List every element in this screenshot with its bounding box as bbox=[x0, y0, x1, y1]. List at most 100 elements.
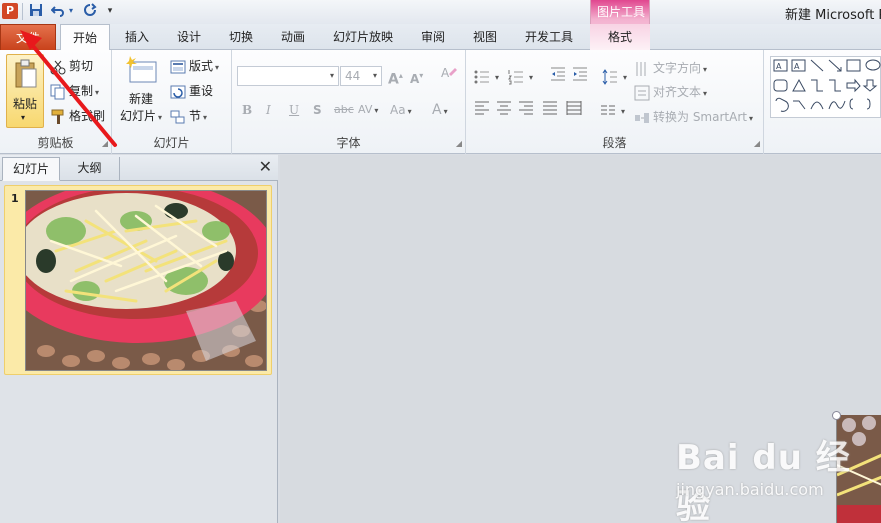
new-slide-button[interactable]: 新建 幻灯片 ▾ bbox=[118, 54, 164, 126]
shapes-gallery[interactable]: A A bbox=[770, 56, 881, 118]
font-group-label: 字体 bbox=[336, 136, 361, 150]
shrink-font-button[interactable]: A▾ bbox=[410, 66, 423, 86]
align-center-icon[interactable] bbox=[496, 100, 512, 120]
distribute-icon[interactable] bbox=[566, 100, 582, 120]
grow-font-button[interactable]: A▴ bbox=[388, 66, 403, 88]
font-dialog-launcher-icon[interactable]: ◢ bbox=[456, 139, 462, 148]
paragraph-dialog-launcher-icon[interactable]: ◢ bbox=[754, 139, 760, 148]
align-text-button[interactable]: 对齐文本 ▾ bbox=[634, 82, 707, 102]
change-case-button[interactable]: Aa ▾ bbox=[390, 100, 412, 120]
ribbon: 粘贴 ▾ 剪切 复制 ▾ 格式刷 剪贴板 ◢ 新建 幻灯片 ▾ 版式 ▾ 重设 … bbox=[0, 50, 881, 154]
redo-icon[interactable] bbox=[82, 3, 98, 19]
tab-transitions[interactable]: 切换 bbox=[222, 24, 260, 50]
align-left-icon[interactable] bbox=[474, 100, 490, 120]
format-painter-button[interactable]: 格式刷 bbox=[50, 106, 105, 126]
powerpoint-app-icon[interactable]: P bbox=[2, 3, 18, 19]
tab-outline-pane[interactable]: 大纲 bbox=[60, 157, 120, 181]
layout-button[interactable]: 版式 ▾ bbox=[170, 56, 219, 76]
new-slide-label-2-text: 幻灯片 bbox=[119, 109, 156, 123]
tab-slideshow[interactable]: 幻灯片放映 bbox=[326, 24, 400, 50]
bullets-button[interactable]: ▾ bbox=[474, 66, 499, 86]
reset-button[interactable]: 重设 bbox=[170, 81, 213, 101]
shapes-gallery-icons: A A bbox=[773, 59, 881, 112]
decrease-indent-icon[interactable] bbox=[550, 66, 566, 86]
align-text-dropdown-icon: ▾ bbox=[703, 89, 708, 98]
align-text-label: 对齐文本 bbox=[653, 85, 702, 99]
format-painter-label: 格式刷 bbox=[69, 109, 106, 123]
rotation-handle[interactable] bbox=[832, 411, 841, 420]
text-direction-button[interactable]: 文字方向 ▾ bbox=[634, 58, 707, 78]
save-icon[interactable] bbox=[28, 3, 44, 19]
bullets-dropdown-icon: ▾ bbox=[495, 73, 500, 82]
character-spacing-label: AV bbox=[358, 103, 373, 116]
copy-label: 复制 bbox=[69, 84, 94, 98]
window-title: 新建 Microsoft P bbox=[785, 8, 881, 23]
font-color-label: A bbox=[432, 102, 442, 118]
tab-animations[interactable]: 动画 bbox=[274, 24, 312, 50]
tab-format[interactable]: 格式 bbox=[590, 24, 650, 50]
font-size-combobox[interactable]: 44 ▾ bbox=[340, 66, 382, 86]
font-name-combobox[interactable]: ▾ bbox=[237, 66, 339, 86]
section-button[interactable]: 节 ▾ bbox=[170, 106, 207, 126]
align-right-icon[interactable] bbox=[518, 100, 534, 120]
picture-tools-label: 图片工具 bbox=[596, 5, 645, 19]
baidu-jingyan-watermark: Bai du 经验 jingyan.baidu.com bbox=[676, 430, 876, 523]
line-spacing-button[interactable]: ▾ bbox=[602, 66, 627, 86]
pane-tab-bar: 幻灯片 大纲 ✕ bbox=[0, 155, 278, 181]
numbering-button[interactable]: ▾ bbox=[508, 66, 533, 86]
smartart-icon bbox=[634, 110, 650, 126]
text-direction-label: 文字方向 bbox=[653, 61, 702, 75]
grow-font-label: A bbox=[388, 71, 399, 88]
tab-slides-pane[interactable]: 幻灯片 bbox=[2, 157, 60, 181]
layout-dropdown-icon: ▾ bbox=[215, 63, 220, 72]
character-spacing-button[interactable]: AV ▾ bbox=[358, 100, 378, 120]
increase-indent-icon[interactable] bbox=[572, 66, 588, 86]
line-spacing-icon bbox=[602, 68, 618, 85]
tab-developer[interactable]: 开发工具 bbox=[518, 24, 580, 50]
paste-button[interactable]: 粘贴 ▾ bbox=[6, 54, 44, 128]
tab-home[interactable]: 开始 bbox=[60, 24, 110, 51]
new-slide-label-2: 幻灯片 ▾ bbox=[118, 107, 164, 124]
tab-review[interactable]: 审阅 bbox=[414, 24, 452, 50]
slide-thumbnail-selected[interactable]: 1 bbox=[4, 185, 272, 375]
svg-text:A: A bbox=[441, 66, 450, 80]
bold-button[interactable]: B bbox=[242, 100, 252, 120]
text-direction-dropdown-icon: ▾ bbox=[703, 65, 708, 74]
columns-dropdown-icon: ▾ bbox=[621, 107, 626, 116]
italic-button[interactable]: I bbox=[266, 100, 271, 120]
undo-icon[interactable] bbox=[50, 3, 66, 19]
customize-qat-icon[interactable]: ▾ bbox=[104, 3, 116, 19]
character-spacing-dropdown-icon: ▾ bbox=[374, 106, 379, 115]
strikethrough-button[interactable]: abc bbox=[334, 100, 354, 120]
convert-smartart-label: 转换为 SmartArt bbox=[653, 110, 747, 124]
font-group: ▾ 44 ▾ A▴ A▾ A B I U S abc AV ▾ Aa ▾ A ▾ 字体 … bbox=[232, 50, 466, 154]
bullets-icon bbox=[474, 69, 490, 85]
layout-icon bbox=[170, 59, 186, 75]
line-spacing-dropdown-icon: ▾ bbox=[623, 73, 628, 82]
svg-text:A: A bbox=[794, 62, 800, 71]
tab-design[interactable]: 设计 bbox=[170, 24, 208, 50]
watermark-url: jingyan.baidu.com bbox=[676, 480, 824, 499]
close-pane-icon[interactable]: ✕ bbox=[259, 158, 272, 176]
new-slide-dropdown-icon: ▾ bbox=[158, 113, 163, 122]
justify-icon[interactable] bbox=[542, 100, 558, 120]
font-color-button[interactable]: A ▾ bbox=[432, 100, 448, 120]
tab-view[interactable]: 视图 bbox=[466, 24, 504, 50]
tab-insert[interactable]: 插入 bbox=[118, 24, 156, 50]
cut-button[interactable]: 剪切 bbox=[50, 56, 93, 76]
underline-button[interactable]: U bbox=[289, 100, 299, 120]
columns-button[interactable]: ▾ bbox=[600, 100, 625, 120]
copy-dropdown-icon: ▾ bbox=[95, 88, 100, 97]
slide-number: 1 bbox=[11, 192, 19, 205]
undo-dropdown-icon[interactable]: ▾ bbox=[66, 3, 76, 19]
tab-file[interactable]: 文件 bbox=[0, 24, 56, 50]
paste-label: 粘贴 bbox=[12, 97, 37, 111]
clear-formatting-icon[interactable]: A bbox=[440, 64, 458, 84]
font-color-dropdown-icon: ▾ bbox=[443, 107, 448, 116]
convert-smartart-button[interactable]: 转换为 SmartArt ▾ bbox=[634, 107, 753, 127]
slide-thumbnail-image[interactable] bbox=[25, 190, 267, 371]
clipboard-dialog-launcher-icon[interactable]: ◢ bbox=[102, 139, 108, 148]
copy-button[interactable]: 复制 ▾ bbox=[50, 81, 99, 101]
section-dropdown-icon: ▾ bbox=[203, 113, 208, 122]
text-shadow-button[interactable]: S bbox=[313, 100, 322, 120]
